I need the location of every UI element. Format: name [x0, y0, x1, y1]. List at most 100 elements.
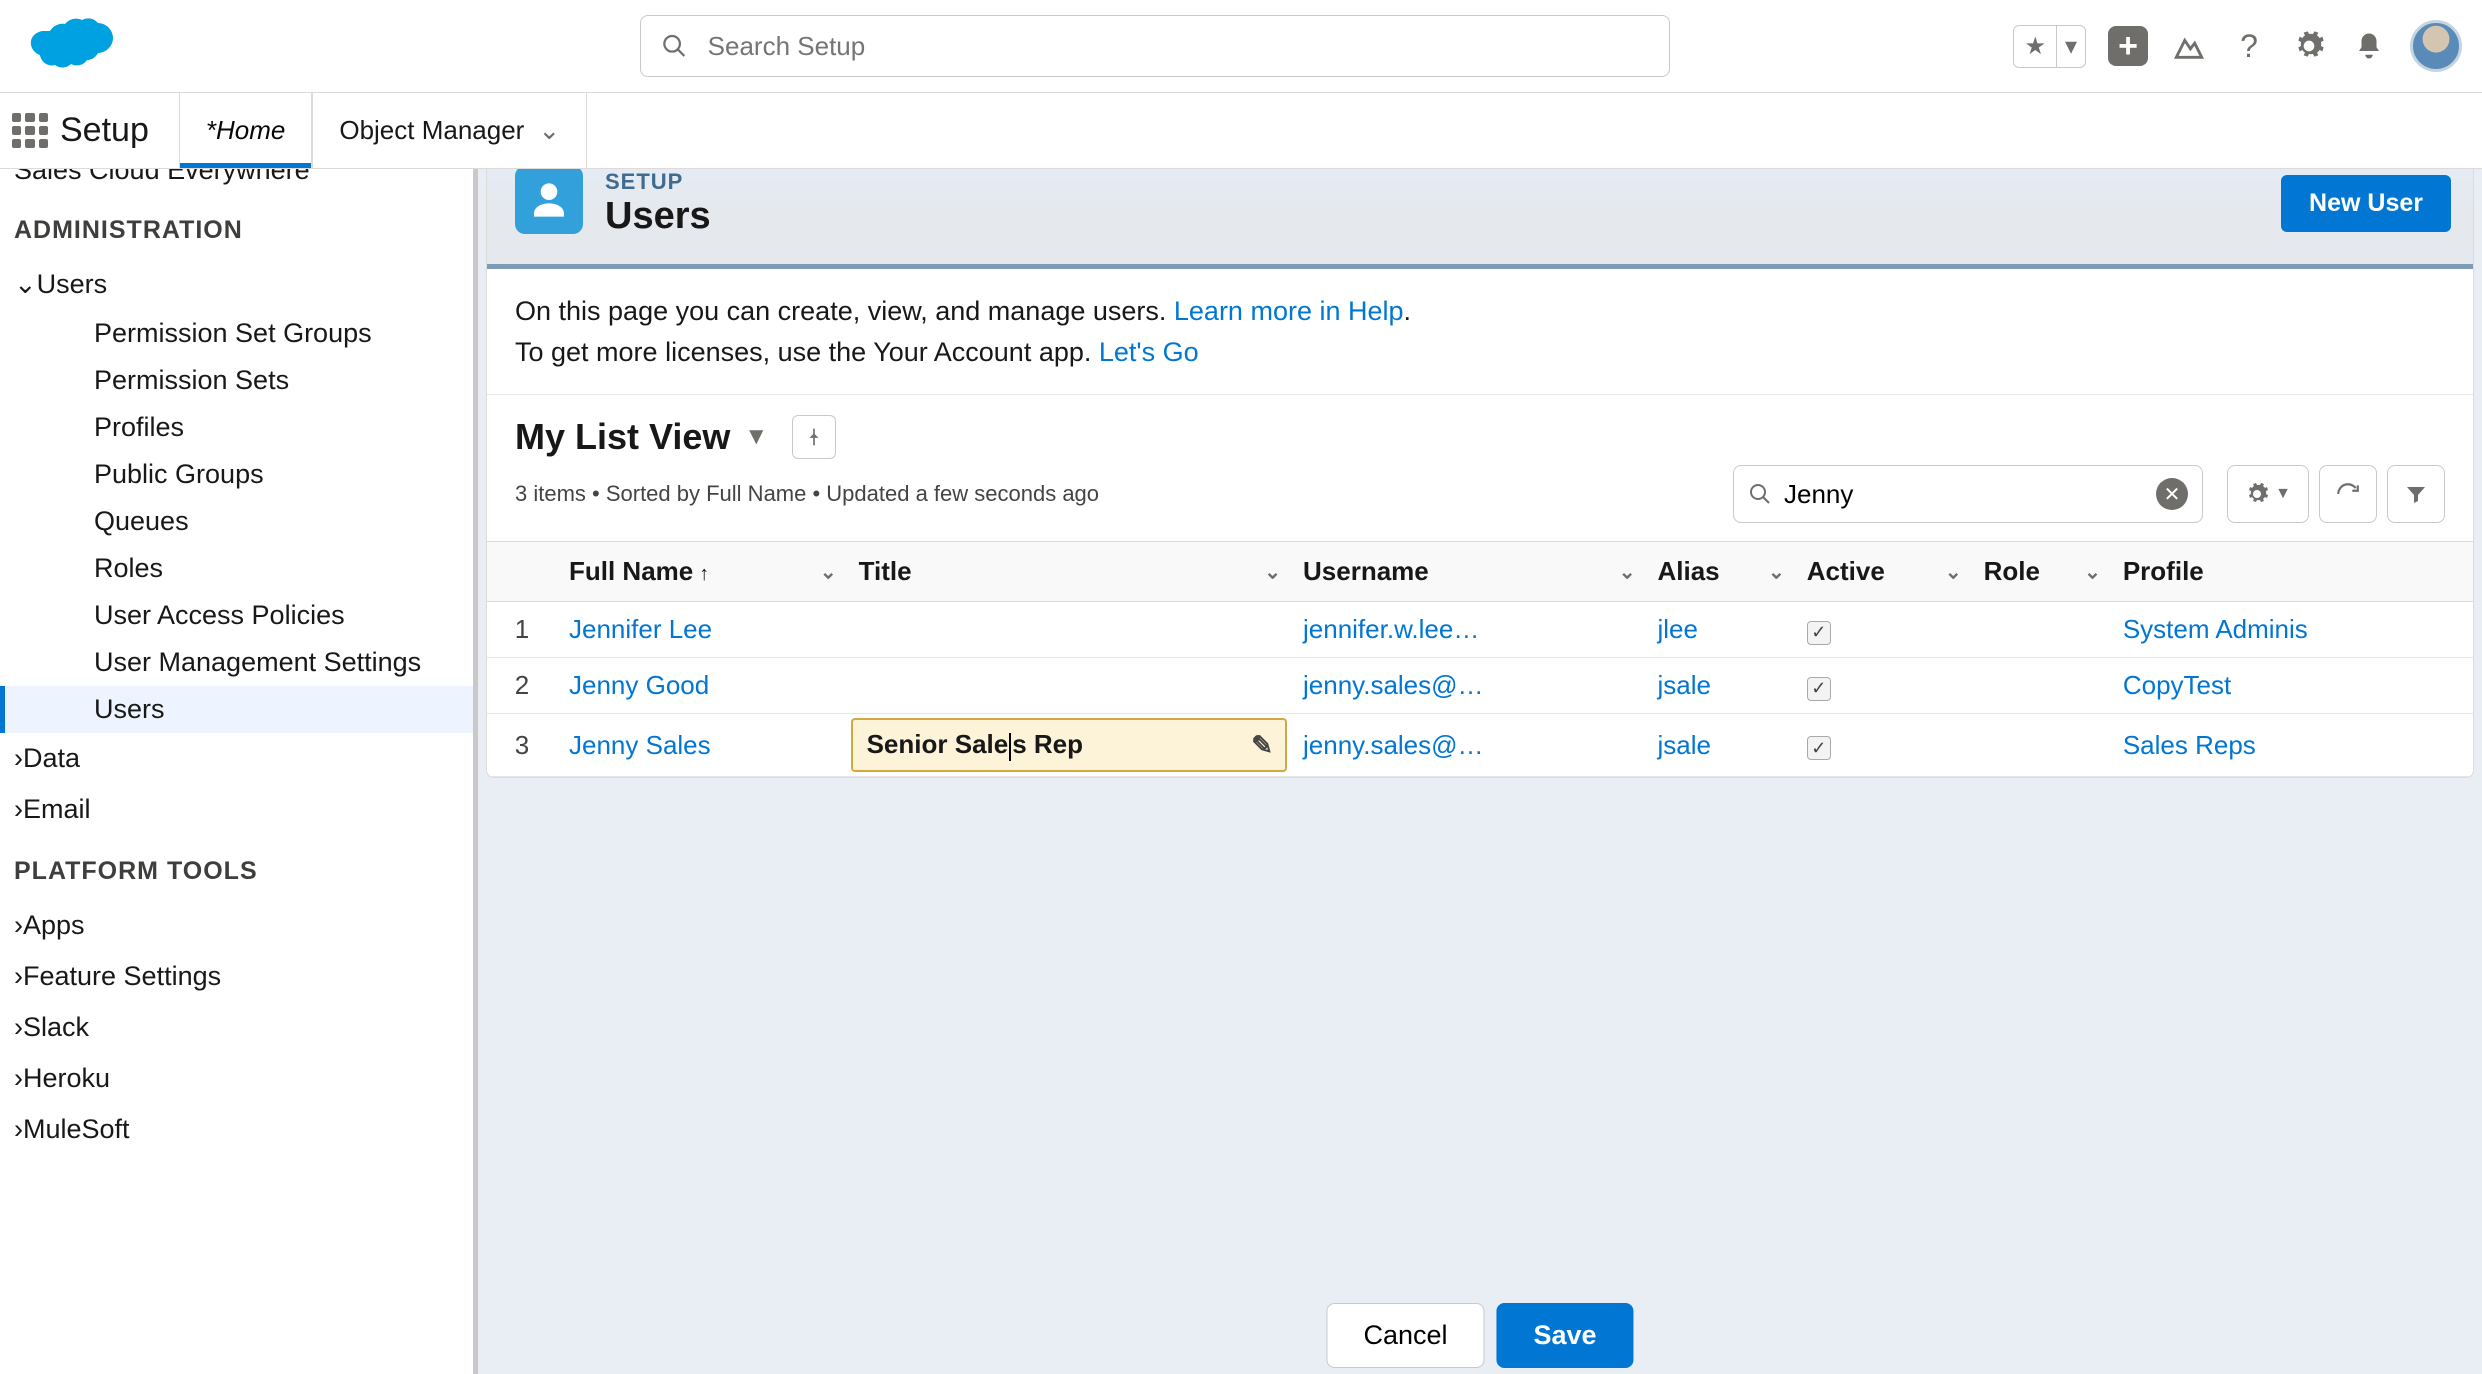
help-icon[interactable]: ?: [2230, 27, 2268, 65]
sidebar-item-apps[interactable]: › Apps: [0, 900, 473, 951]
sidebar-item-profiles[interactable]: Profiles: [0, 404, 473, 451]
row-number: 3: [487, 714, 557, 777]
chevron-down-icon: ▼: [2275, 485, 2291, 503]
pencil-icon[interactable]: ✎: [1251, 730, 1273, 761]
app-nav: Setup *Home Object Manager ⌄: [0, 93, 2482, 169]
active-checkbox: ✓: [1807, 677, 1831, 701]
sidebar-item-users-parent[interactable]: ⌄ Users: [0, 259, 473, 310]
role-cell[interactable]: [1972, 714, 2111, 777]
global-add-button[interactable]: +: [2108, 26, 2148, 66]
col-title[interactable]: Title⌄: [847, 542, 1291, 602]
role-cell[interactable]: [1972, 602, 2111, 658]
sidebar-item-roles[interactable]: Roles: [0, 545, 473, 592]
chevron-down-icon[interactable]: ⌄: [538, 115, 560, 146]
col-role[interactable]: Role⌄: [1972, 542, 2111, 602]
sidebar-item-mulesoft[interactable]: › MuleSoft: [0, 1104, 473, 1155]
col-active[interactable]: Active⌄: [1795, 542, 1972, 602]
sidebar-item-heroku[interactable]: › Heroku: [0, 1053, 473, 1104]
info-block: On this page you can create, view, and m…: [487, 269, 2473, 395]
notifications-icon[interactable]: [2350, 27, 2388, 65]
app-name: Setup: [60, 93, 179, 168]
sidebar-item-permission-set-groups[interactable]: Permission Set Groups: [0, 310, 473, 357]
main-content: SETUP Users New User On this page you ca…: [478, 169, 2482, 1374]
page-title: Users: [605, 195, 711, 238]
list-search[interactable]: ✕: [1733, 465, 2203, 523]
filter-button[interactable]: [2387, 465, 2445, 523]
list-view-name[interactable]: My List View: [515, 416, 730, 458]
save-button[interactable]: Save: [1496, 1303, 1633, 1368]
cancel-button[interactable]: Cancel: [1326, 1303, 1484, 1368]
sidebar-item-users[interactable]: Users: [0, 686, 473, 733]
learn-more-link[interactable]: Learn more in Help: [1174, 296, 1404, 326]
sidebar-item-user-management-settings[interactable]: User Management Settings: [0, 639, 473, 686]
alias-link[interactable]: jsale: [1657, 730, 1710, 760]
chevron-down-icon[interactable]: ▾: [2056, 26, 2085, 67]
tab-object-manager[interactable]: Object Manager ⌄: [312, 93, 587, 168]
alias-link[interactable]: jlee: [1657, 614, 1697, 644]
star-icon: ★: [2014, 26, 2056, 67]
new-user-button[interactable]: New User: [2281, 175, 2451, 232]
user-avatar[interactable]: [2410, 20, 2462, 72]
global-search[interactable]: [640, 15, 1670, 77]
favorites-toggle[interactable]: ★ ▾: [2013, 25, 2086, 68]
lets-go-link[interactable]: Let's Go: [1099, 337, 1199, 367]
chevron-down-icon[interactable]: ⌄: [1768, 559, 1785, 584]
chevron-right-icon: ›: [14, 910, 23, 941]
title-cell-editing[interactable]: Senior Sales Rep ✎: [847, 714, 1291, 777]
chevron-down-icon: ⌄: [14, 269, 37, 300]
active-checkbox: ✓: [1807, 621, 1831, 645]
sidebar-item-feature-settings[interactable]: › Feature Settings: [0, 951, 473, 1002]
row-number-header: [487, 542, 557, 602]
sidebar-item-user-access-policies[interactable]: User Access Policies: [0, 592, 473, 639]
global-header: ★ ▾ + ?: [0, 0, 2482, 93]
role-cell[interactable]: [1972, 658, 2111, 714]
chevron-right-icon: ›: [14, 794, 23, 825]
chevron-right-icon: ›: [14, 961, 23, 992]
full-name-link[interactable]: Jenny Sales: [569, 730, 711, 760]
title-cell[interactable]: [847, 602, 1291, 658]
section-heading: ADMINISTRATION: [0, 194, 473, 259]
users-table: Full Name↑⌄ Title⌄ Username⌄ Alias⌄ Acti…: [487, 541, 2473, 777]
col-alias[interactable]: Alias⌄: [1645, 542, 1794, 602]
sidebar-item-queues[interactable]: Queues: [0, 498, 473, 545]
col-profile[interactable]: Profile: [2111, 542, 2473, 602]
profile-link[interactable]: System Adminis: [2123, 614, 2308, 644]
chevron-down-icon[interactable]: ⌄: [1945, 559, 1962, 584]
pin-button[interactable]: [792, 415, 836, 459]
refresh-button[interactable]: [2319, 465, 2377, 523]
sidebar-item-slack[interactable]: › Slack: [0, 1002, 473, 1053]
trailhead-icon[interactable]: [2170, 27, 2208, 65]
col-full-name[interactable]: Full Name↑⌄: [557, 542, 847, 602]
list-view-picker[interactable]: ▼: [744, 423, 768, 451]
username-link[interactable]: jennifer.w.lee…: [1303, 614, 1479, 644]
sidebar-item-data[interactable]: › Data: [0, 733, 473, 784]
full-name-link[interactable]: Jennifer Lee: [569, 614, 712, 644]
username-link[interactable]: jenny.sales@…: [1303, 670, 1484, 700]
profile-link[interactable]: Sales Reps: [2123, 730, 2256, 760]
list-settings-button[interactable]: ▼: [2227, 465, 2309, 523]
global-search-input[interactable]: [708, 31, 1649, 62]
gear-icon[interactable]: [2290, 27, 2328, 65]
sidebar-item-permission-sets[interactable]: Permission Sets: [0, 357, 473, 404]
search-icon: [661, 32, 688, 60]
chevron-down-icon[interactable]: ⌄: [2084, 559, 2101, 584]
salesforce-logo[interactable]: [20, 11, 120, 81]
profile-link[interactable]: CopyTest: [2123, 670, 2231, 700]
chevron-down-icon[interactable]: ⌄: [1619, 559, 1636, 584]
tab-home[interactable]: *Home: [179, 93, 312, 168]
title-cell[interactable]: [847, 658, 1291, 714]
chevron-down-icon[interactable]: ⌄: [820, 559, 837, 584]
table-row: 3 Jenny Sales Senior Sales Rep ✎ jenny.s…: [487, 714, 2473, 777]
table-body: 1 Jennifer Lee jennifer.w.lee… jlee ✓ Sy…: [487, 602, 2473, 777]
sidebar-item-email[interactable]: › Email: [0, 784, 473, 835]
alias-link[interactable]: jsale: [1657, 670, 1710, 700]
chevron-down-icon[interactable]: ⌄: [1264, 559, 1281, 584]
username-link[interactable]: jenny.sales@…: [1303, 730, 1484, 760]
sidebar-item-public-groups[interactable]: Public Groups: [0, 451, 473, 498]
app-launcher-button[interactable]: [0, 93, 60, 168]
full-name-link[interactable]: Jenny Good: [569, 670, 709, 700]
list-search-input[interactable]: [1784, 479, 2156, 510]
col-username[interactable]: Username⌄: [1291, 542, 1645, 602]
sidebar-item[interactable]: Sales Cloud Everywhere: [0, 169, 473, 194]
clear-search-button[interactable]: ✕: [2156, 478, 2188, 510]
